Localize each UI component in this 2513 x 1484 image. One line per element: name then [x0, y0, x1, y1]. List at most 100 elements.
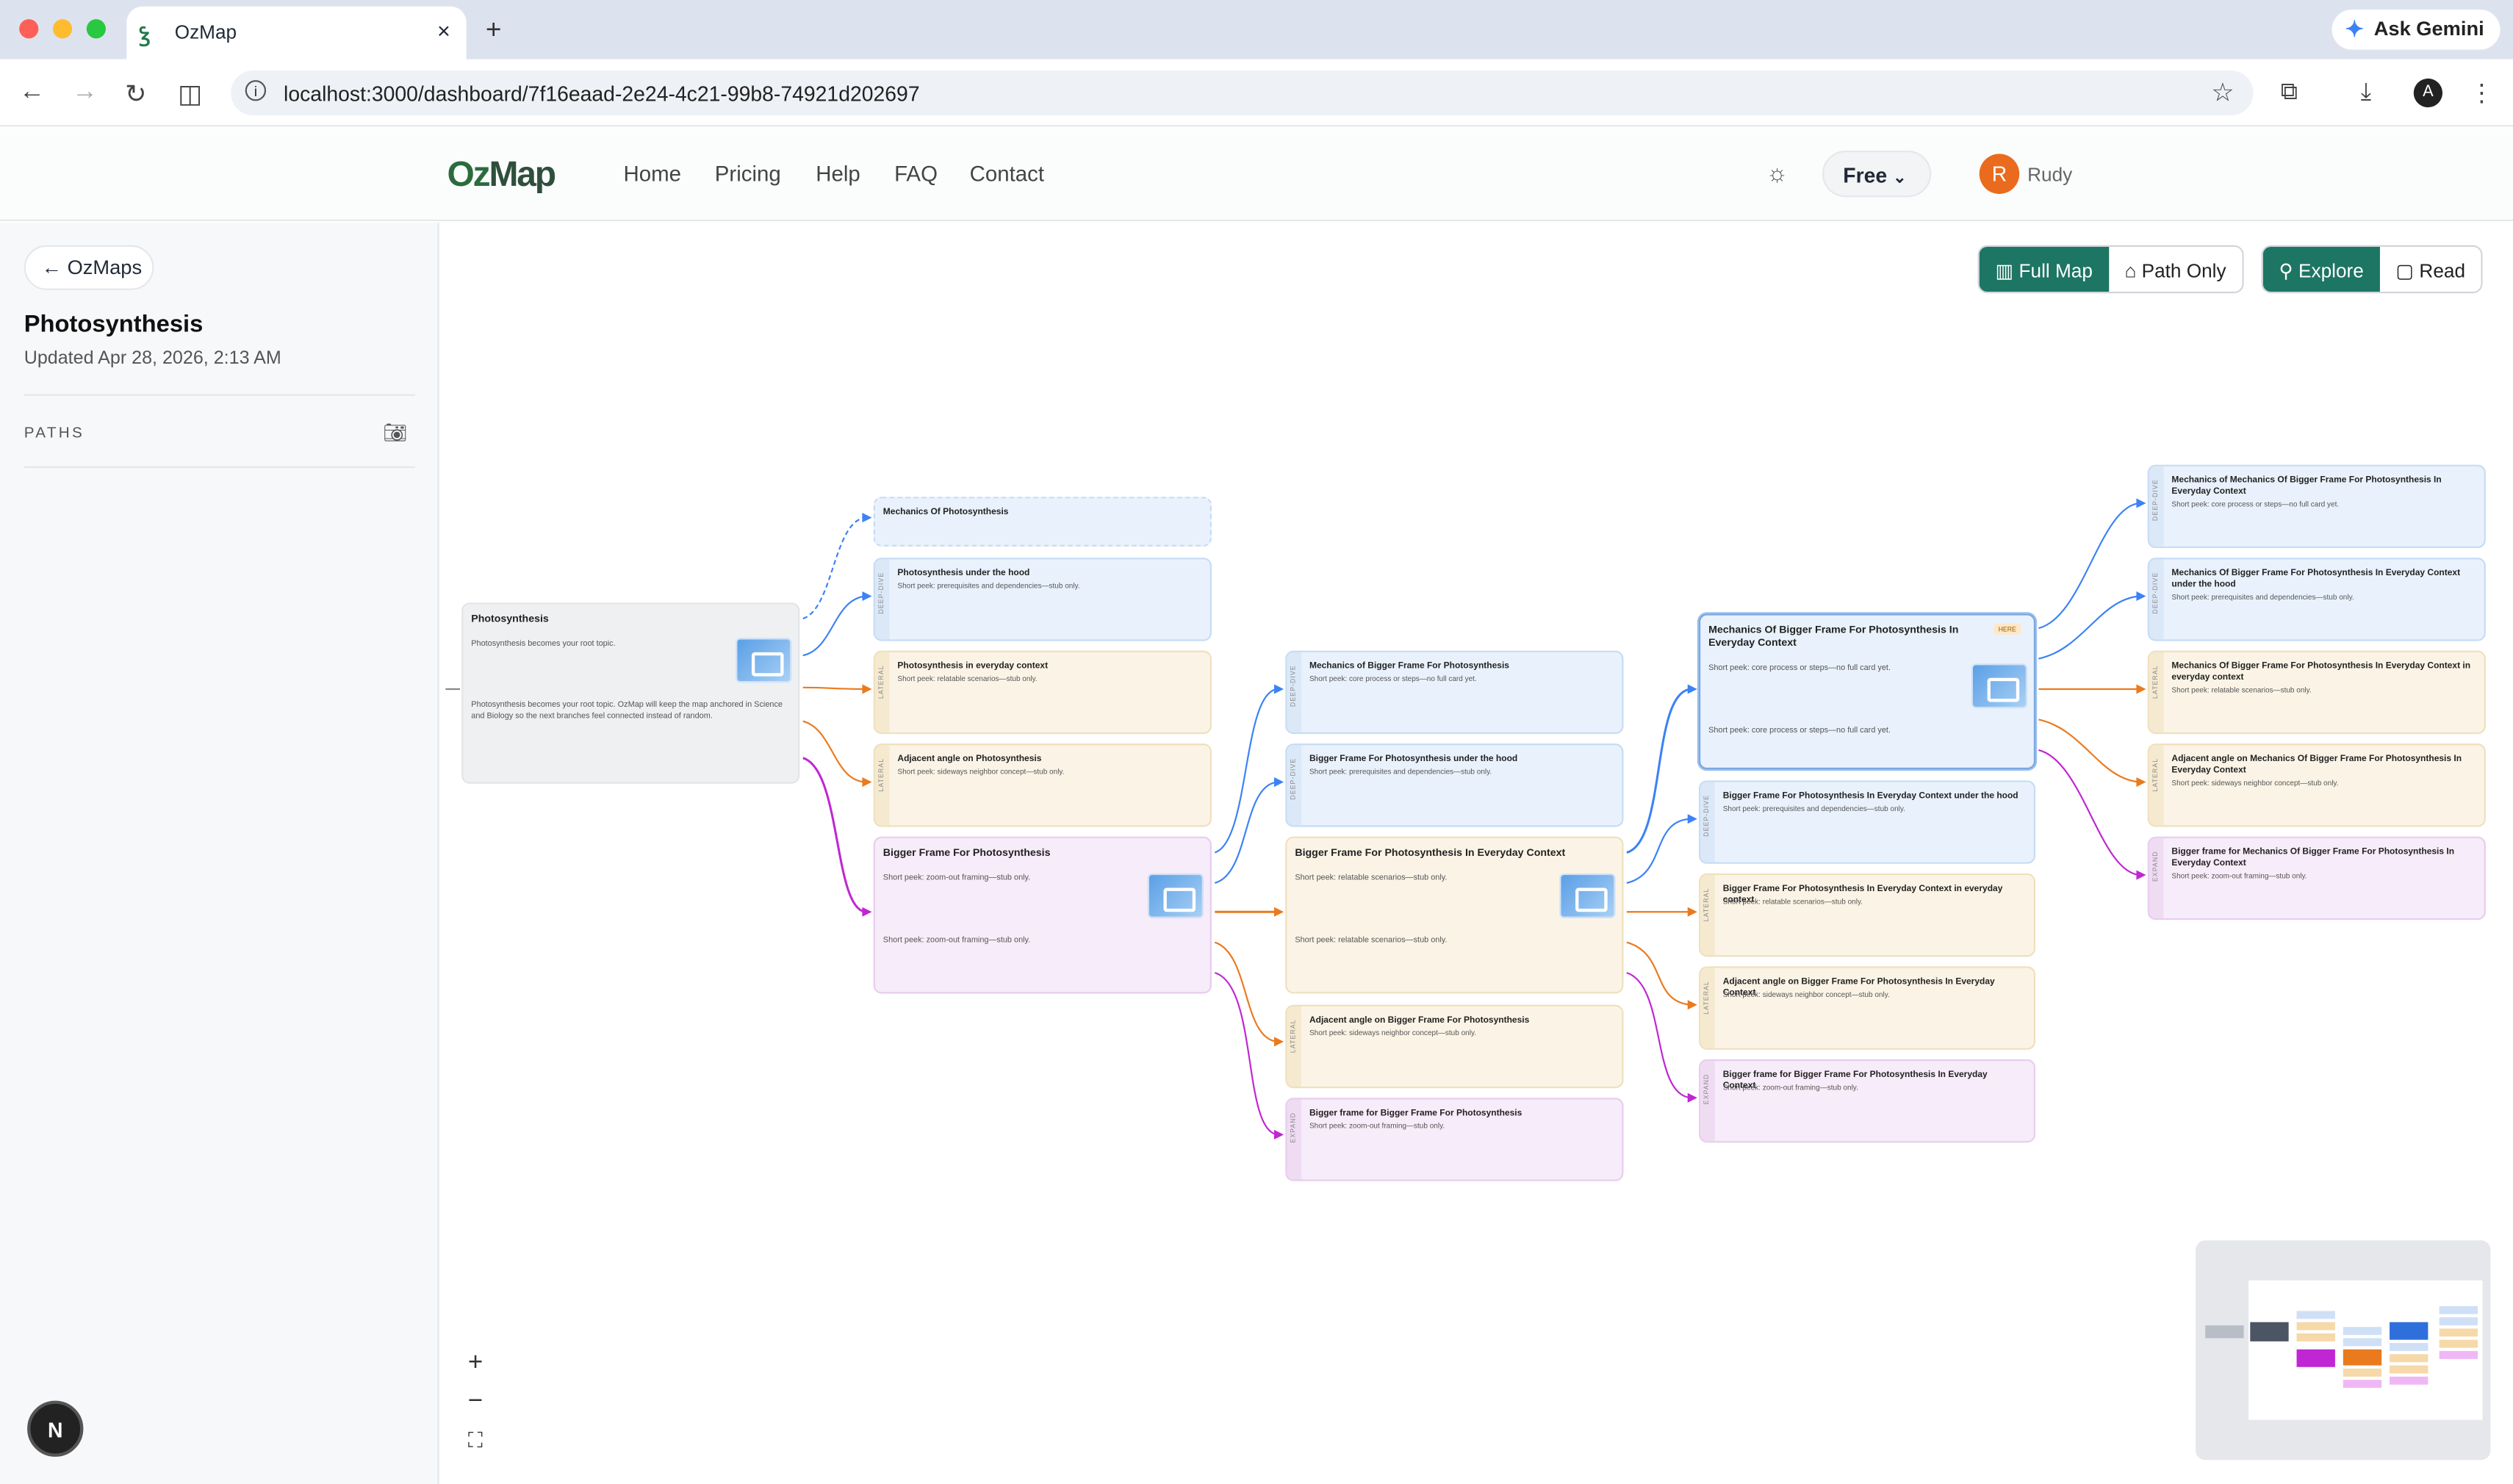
node-title: Mechanics Of Bigger Frame For Photosynth…: [2171, 569, 2461, 590]
node-peek: Short peek: core process or steps—no ful…: [2171, 500, 2340, 508]
node-peek: Short peek: prerequisites and dependenci…: [2171, 593, 2354, 602]
node-tag: LATERAL: [1288, 1019, 1297, 1053]
node-peek: Short peek: prerequisites and dependenci…: [1309, 767, 1492, 776]
node-title: Photosynthesis under the hood: [897, 569, 1030, 579]
node-body: Short peek: relatable scenarios—stub onl…: [1295, 935, 1448, 946]
node-tag: EXPAND: [1288, 1112, 1297, 1143]
node-body: Short peek: zoom-out framing—stub only.: [882, 935, 1031, 946]
zoom-in-icon[interactable]: +: [468, 1350, 483, 1378]
node-title: Bigger Frame For Photosynthesis: [882, 847, 1051, 860]
edge: [802, 516, 866, 620]
explore-button[interactable]: ⚲ Explore: [2262, 246, 2380, 292]
node-peek: Short peek: relatable scenarios—stub onl…: [897, 674, 1038, 683]
map-node[interactable]: EXPAND Bigger frame for Mechanics Of Bigg…: [2147, 836, 2486, 921]
node-title: Mechanics Of Bigger Frame For Photosynth…: [1708, 624, 1959, 649]
node-title: Mechanics of Bigger Frame For Photosynth…: [1309, 661, 1509, 672]
node-illustration: [736, 638, 792, 683]
node-peek: Short peek: sideways neighbor concept—st…: [2171, 779, 2339, 788]
path-only-button[interactable]: ⌂ Path Only: [2108, 246, 2243, 292]
edge: [1626, 941, 1691, 1006]
node-tag: LATERAL: [877, 665, 885, 699]
edge: [802, 686, 866, 691]
node-title: Bigger frame for Bigger Frame For Photos…: [1309, 1109, 1522, 1119]
node-tag: DEEP-DIVE: [2151, 572, 2159, 614]
node-illustration: [1559, 873, 1616, 918]
node-tag: LATERAL: [877, 757, 885, 792]
node-body: Photosynthesis becomes your root topic. …: [471, 700, 783, 721]
node-tag: DEEP-DIVE: [2151, 479, 2159, 522]
node-body: Short peek: core process or steps—no ful…: [1708, 726, 1891, 736]
node-title: Bigger frame for Mechanics Of Bigger Fra…: [2171, 847, 2455, 869]
node-tag: DEEP-DIVE: [877, 572, 885, 614]
path-icon: ⌂: [2124, 259, 2137, 282]
map-node[interactable]: LATERAL Photosynthesis in everyday contex…: [873, 650, 1212, 735]
map-node[interactable]: DEEP-DIVE Bigger Frame For Photosynthesis…: [1698, 780, 2036, 864]
map-edges: [445, 498, 2146, 1139]
node-peek: Short peek: zoom-out framing—stub only.: [1309, 1122, 1445, 1130]
map-node[interactable]: LATERAL Bigger Frame For Photosynthesis I…: [1698, 873, 2036, 957]
edge: [802, 757, 866, 913]
node-peek: Short peek: relatable scenarios—stub onl…: [1295, 873, 1448, 883]
node-peek: Short peek: sideways neighbor concept—st…: [1309, 1029, 1477, 1037]
view-toggle: ▥ Full Map ⌂ Path Only: [1977, 245, 2244, 294]
map-node[interactable]: LATERAL Adjacent angle on Bigger Frame Fo…: [1285, 1004, 1624, 1089]
mode-toggle: ⚲ Explore ▢ Read: [2261, 245, 2483, 294]
node-title: Adjacent angle on Bigger Frame For Photo…: [1309, 1016, 1530, 1026]
map-node[interactable]: DEEP-DIVE Mechanics Of Bigger Frame For P…: [2147, 558, 2486, 641]
edge: [802, 720, 866, 783]
node-title: Mechanics Of Bigger Frame For Photosynth…: [2171, 661, 2471, 683]
fit-view-icon[interactable]: ⛶: [468, 1428, 483, 1454]
node-tag: LATERAL: [1702, 887, 1711, 922]
node-tag: LATERAL: [1702, 981, 1711, 1015]
zoom-out-icon[interactable]: −: [468, 1388, 483, 1416]
full-map-button[interactable]: ▥ Full Map: [1979, 246, 2109, 292]
edge: [2038, 595, 2140, 660]
map-node[interactable]: LATERAL Adjacent angle on Bigger Frame Fo…: [1698, 966, 2036, 1050]
map-node[interactable]: DEEP-DIVE Mechanics of Bigger Frame For P…: [1285, 650, 1624, 735]
map-node[interactable]: LATERAL Adjacent angle on Photosynthesis S…: [873, 743, 1212, 827]
map-node-expanded[interactable]: Bigger Frame For Photosynthesis Short pe…: [873, 836, 1212, 994]
map-node-current[interactable]: Mechanics Of Bigger Frame For Photosynth…: [1698, 613, 2036, 770]
node-peek: Short peek: zoom-out framing—stub only.: [1722, 1083, 1858, 1092]
edge: [1626, 972, 1691, 1099]
node-title: Photosynthesis: [471, 613, 549, 625]
book-icon: ▢: [2395, 259, 2415, 282]
map-node[interactable]: DEEP-DIVE Photosynthesis under the hood Sh…: [873, 558, 1212, 641]
node-peek: Short peek: zoom-out framing—stub only.: [2171, 871, 2307, 880]
map-node-root[interactable]: Photosynthesis Photosynthesis becomes yo…: [461, 602, 800, 784]
map-node[interactable]: LATERAL Adjacent angle on Mechanics Of Bi…: [2147, 743, 2486, 827]
map-node-expanded[interactable]: Bigger Frame For Photosynthesis In Every…: [1285, 836, 1624, 994]
edge: [802, 595, 866, 657]
edge: [1214, 941, 1278, 1043]
node-title: Mechanics of Mechanics Of Bigger Frame F…: [2171, 475, 2442, 497]
node-title: Adjacent angle on Photosynthesis: [897, 754, 1042, 765]
edge: [1214, 781, 1278, 885]
node-peek: Photosynthesis becomes your root topic.: [471, 639, 616, 649]
map-icon: ▥: [1995, 259, 2014, 282]
node-tag: LATERAL: [2151, 665, 2159, 699]
read-button[interactable]: ▢ Read: [2379, 246, 2481, 292]
path-only-label: Path Only: [2141, 259, 2226, 282]
explore-icon: ⚲: [2279, 259, 2293, 282]
node-peek: Short peek: prerequisites and dependenci…: [897, 581, 1080, 590]
map-node[interactable]: LATERAL Mechanics Of Bigger Frame For Pho…: [2147, 650, 2486, 735]
explore-label: Explore: [2298, 259, 2364, 282]
full-map-label: Full Map: [2018, 259, 2093, 282]
node-title: Adjacent angle on Mechanics Of Bigger Fr…: [2171, 754, 2462, 776]
edge: [2038, 718, 2140, 783]
node-title: Mechanics Of Photosynthesis: [882, 508, 1009, 518]
node-peek: Short peek: core process or steps—no ful…: [1309, 674, 1477, 683]
node-tag: EXPAND: [2151, 851, 2159, 882]
node-title: Bigger Frame For Photosynthesis under th…: [1309, 754, 1518, 765]
node-peek: Short peek: core process or steps—no ful…: [1708, 663, 1891, 674]
minimap[interactable]: [2196, 1240, 2491, 1460]
node-title: Bigger Frame For Photosynthesis In Every…: [1295, 847, 1566, 860]
node-tag: EXPAND: [1702, 1073, 1711, 1105]
map-node[interactable]: DEEP-DIVE Mechanics of Mechanics Of Bigge…: [2147, 464, 2486, 549]
read-label: Read: [2419, 259, 2466, 282]
map-node-ghost[interactable]: Mechanics Of Photosynthesis: [873, 497, 1212, 547]
map-node[interactable]: EXPAND Bigger frame for Bigger Frame For …: [1698, 1059, 2036, 1143]
node-tag: DEEP-DIVE: [1702, 794, 1711, 837]
map-node[interactable]: DEEP-DIVE Bigger Frame For Photosynthesis…: [1285, 743, 1624, 827]
map-node[interactable]: EXPAND Bigger frame for Bigger Frame For …: [1285, 1098, 1624, 1181]
